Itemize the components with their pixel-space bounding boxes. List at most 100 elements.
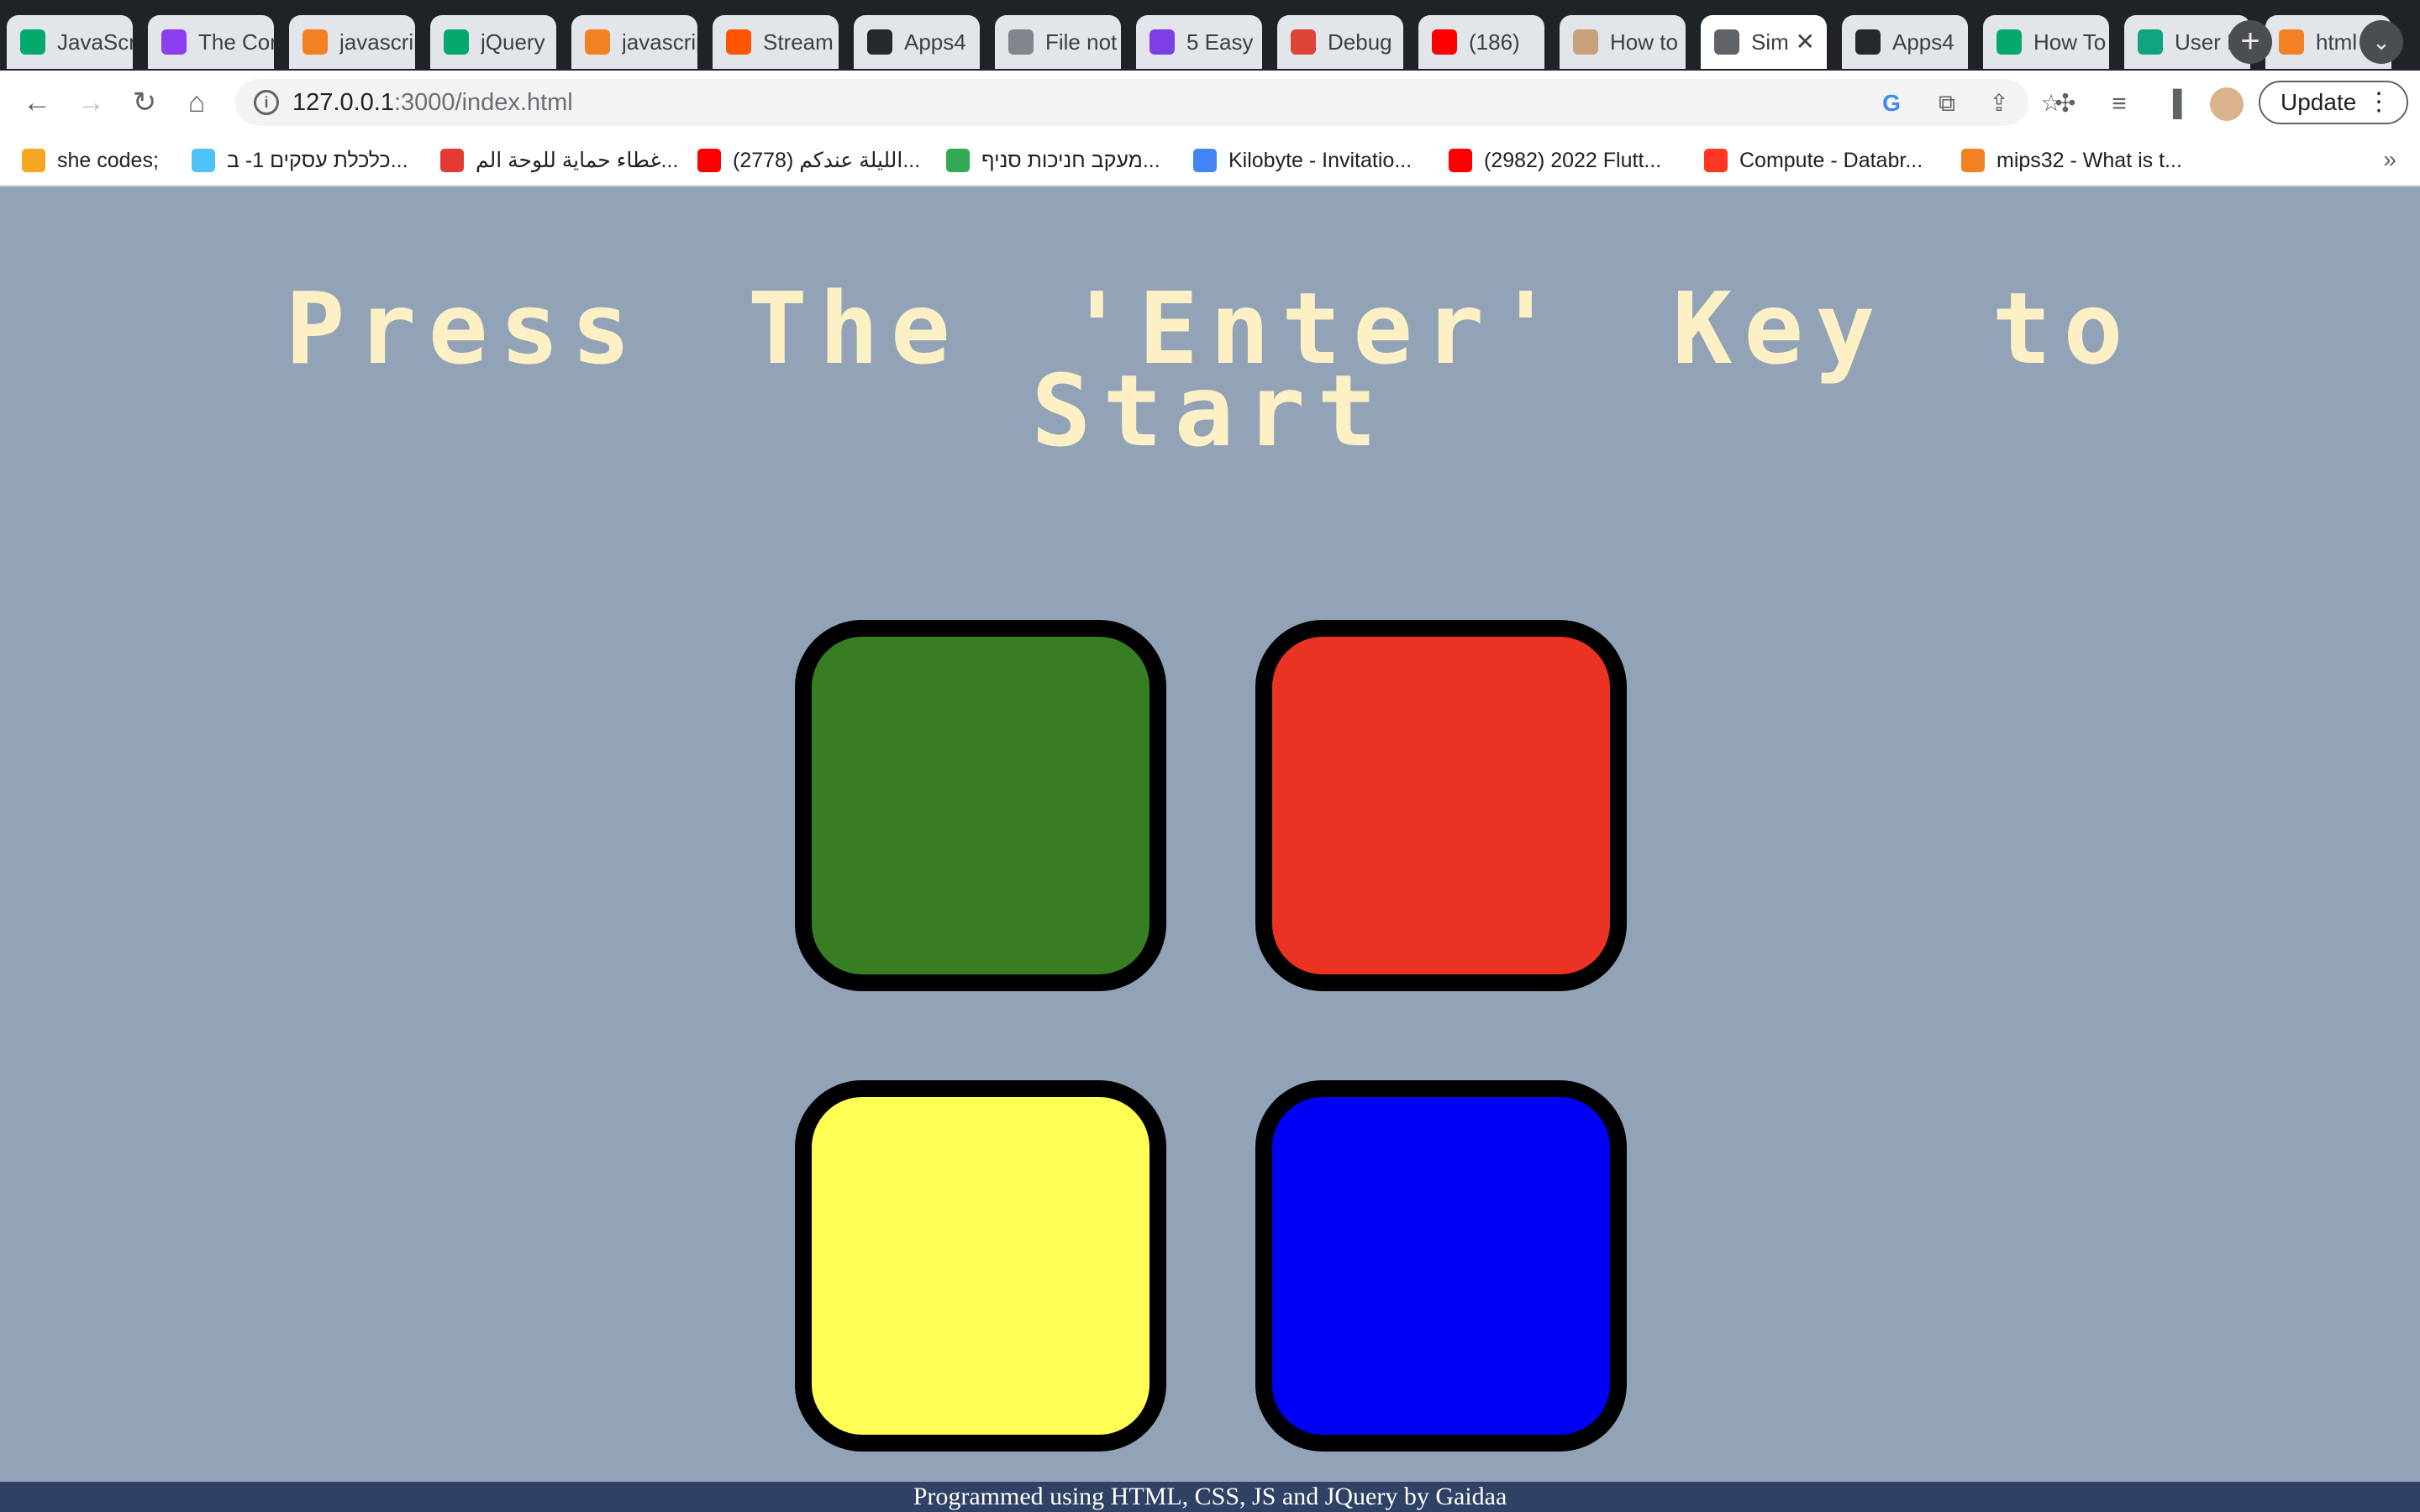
tab-title: (186) [1469, 29, 1520, 55]
browser-tab[interactable]: How To [1983, 15, 2109, 69]
bookmark-item[interactable]: (2778) الليلة عندكم... [697, 144, 920, 176]
green-button[interactable] [795, 620, 1166, 991]
tab-search-chevron-icon[interactable]: ⌄ [2360, 20, 2403, 64]
back-arrow-icon[interactable]: ← [17, 82, 57, 123]
bookmark-item[interactable]: מעקב חניכות סניף... [946, 144, 1160, 176]
more-bookmarks-icon[interactable]: » [2383, 146, 2396, 173]
bookmark-item[interactable]: כלכלת עסקים 1- ב... [192, 144, 408, 176]
close-tab-icon[interactable]: ✕ [1796, 29, 1815, 55]
bookmark-favicon-icon [1704, 149, 1728, 172]
side-panel-icon[interactable]: ▐ [2158, 89, 2188, 119]
browser-tab[interactable]: javascript [289, 15, 415, 69]
page-footer: Programmed using HTML, CSS, JS and JQuer… [0, 1482, 2420, 1512]
tab-title: Debug [1328, 29, 1392, 55]
bookmark-label: Kilobyte - Invitatio... [1228, 148, 1413, 172]
browser-tab[interactable]: (186) [1418, 15, 1544, 69]
profile-avatar[interactable] [2210, 87, 2244, 121]
tab-title: jQuery [481, 29, 545, 55]
update-button[interactable]: Update ⋮ [2259, 81, 2408, 124]
bookmark-item[interactable]: Kilobyte - Invitatio... [1193, 144, 1412, 176]
home-icon[interactable]: ⌂ [176, 82, 217, 123]
chrome-icon [1291, 29, 1316, 55]
bookmark-item[interactable]: (2982) 2022 Flutt... [1449, 144, 1661, 176]
stackoverflow-icon [2279, 29, 2304, 55]
browser-tab[interactable]: jQuery [430, 15, 556, 69]
tab-title: JavaScript [57, 29, 133, 55]
tab-title: javascript [622, 29, 697, 55]
tab-title: Apps4 [1892, 29, 1954, 55]
tab-strip: JavaScript The Complete javascript jQuery ja… [0, 0, 2420, 71]
tab-title: Sim [1751, 29, 1789, 55]
tab-title: How to [1610, 29, 1678, 55]
avatar-icon [1573, 29, 1598, 55]
bookmark-favicon-icon [1449, 149, 1472, 172]
bookmark-item[interactable]: she codes; [22, 144, 159, 176]
browser-tab[interactable]: File not [995, 15, 1121, 69]
browser-tab[interactable]: JavaScript [7, 15, 133, 69]
bookmark-item[interactable]: Compute - Databr... [1704, 144, 1923, 176]
media-queue-icon[interactable]: ≡ [2104, 89, 2134, 119]
bookmark-favicon-icon [946, 149, 970, 172]
extensions-puzzle-icon[interactable]: ✣ [2050, 89, 2081, 119]
openai-icon [2138, 29, 2163, 55]
globe-icon [1714, 29, 1739, 55]
browser-tab[interactable]: Apps4 [1842, 15, 1968, 69]
bookmark-favicon-icon [192, 149, 215, 172]
browser-tab[interactable]: Stream [713, 15, 839, 69]
github-icon [867, 29, 892, 55]
blue-button[interactable] [1255, 1080, 1627, 1452]
soundcloud-icon [726, 29, 751, 55]
red-button[interactable] [1255, 620, 1627, 991]
bookmark-label: she codes; [57, 148, 159, 172]
browser-tab[interactable]: Sim ✕ [1701, 15, 1827, 69]
menu-dots-icon[interactable]: ⋮ [2366, 82, 2391, 123]
browser-tab[interactable]: The Complete [148, 15, 274, 69]
bookmarks-bar: she codes; כלכלת עסקים 1- ב... غطاء حماية … [0, 134, 2420, 186]
youtube-icon [1432, 29, 1457, 55]
browser-tab[interactable]: How to [1560, 15, 1686, 69]
page-title: Press The 'Enter' Key to Start [285, 270, 2135, 469]
bookmark-label: כלכלת עסקים 1- ב... [227, 148, 408, 172]
w3schools-icon [444, 29, 469, 55]
stackoverflow-icon [585, 29, 610, 55]
k-icon [1150, 29, 1175, 55]
stackoverflow-icon [302, 29, 328, 55]
share-icon[interactable]: ⇪ [1985, 89, 2013, 118]
site-info-icon[interactable]: i [254, 90, 279, 115]
url-host: 127.0.0.1 [292, 89, 394, 116]
bookmark-item[interactable]: غطاء حماية للوحة الم... [440, 144, 678, 176]
tab-title: How To [2033, 29, 2107, 55]
github-icon [1855, 29, 1881, 55]
tab-title: The Complete [198, 29, 274, 55]
game-page: Press The 'Enter' Key to Start [0, 186, 2420, 1482]
tab-title: 5 Easy [1186, 29, 1254, 55]
w3schools-icon [20, 29, 45, 55]
bookmark-label: Compute - Databr... [1739, 148, 1923, 172]
browser-tab[interactable]: javascript [571, 15, 697, 69]
bookmark-item[interactable]: mips32 - What is t... [1961, 144, 2182, 176]
bookmark-label: (2982) 2022 Flutt... [1484, 148, 1662, 172]
browser-tab[interactable]: 5 Easy [1136, 15, 1262, 69]
reload-icon[interactable]: ↻ [124, 82, 165, 123]
bookmark-label: (2778) الليلة عندكم... [733, 149, 921, 172]
address-bar[interactable]: i 127.0.0.1:3000/index.html G ⧉ ⇪ ☆ [235, 79, 2062, 126]
forward-arrow-icon[interactable]: → [71, 82, 111, 123]
w3schools-icon [1996, 29, 2022, 55]
bookmark-label: غطاء حماية للوحة الم... [476, 149, 679, 172]
url-text[interactable]: 127.0.0.1:3000/index.html [292, 89, 573, 117]
bookmark-label: mips32 - What is t... [1996, 148, 2182, 172]
yellow-button[interactable] [795, 1080, 1166, 1452]
globe-icon [1008, 29, 1034, 55]
browser-tab[interactable]: Debug [1277, 15, 1403, 69]
update-label: Update [2281, 89, 2357, 115]
tab-title: javascript [339, 29, 415, 55]
new-tab-button[interactable]: + [2228, 20, 2272, 64]
bookmark-favicon-icon [440, 149, 464, 172]
tab-title: File not [1045, 29, 1118, 55]
bookmark-favicon-icon [1961, 149, 1985, 172]
google-lens-icon[interactable]: G [1877, 89, 1906, 118]
translate-icon[interactable]: ⧉ [1933, 89, 1961, 118]
bookmark-favicon-icon [697, 149, 721, 172]
browser-tab[interactable]: Apps4 [854, 15, 980, 69]
tab-title: Stream [763, 29, 834, 55]
